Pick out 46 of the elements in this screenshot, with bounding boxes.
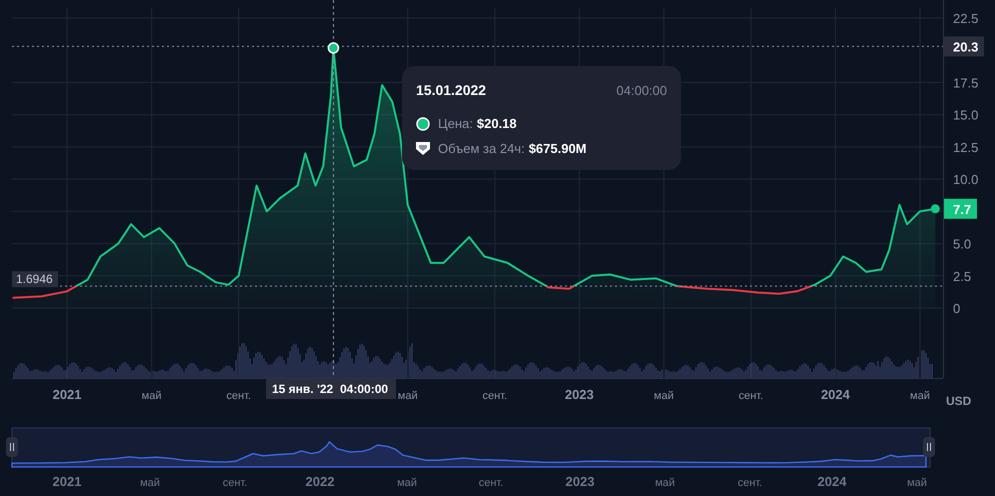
x-axis-label: май — [142, 390, 162, 402]
last-point-marker — [930, 204, 940, 214]
navigator-axis-label: 2022 — [306, 474, 334, 489]
navigator-axis-label: май — [655, 477, 675, 489]
x-axis-label: сент. — [226, 390, 251, 402]
y-axis-label: 22.5 — [953, 11, 978, 26]
navigator-axis-label: май — [140, 477, 160, 489]
price-dot-icon — [416, 116, 430, 130]
y-axis-label: 0 — [953, 301, 960, 316]
navigator-axis-label: 2021 — [52, 474, 82, 489]
navigator-axis-label: 2023 — [566, 474, 594, 489]
x-axis-label: май — [398, 390, 418, 402]
currency-label: USD — [946, 394, 972, 408]
range-handle[interactable] — [923, 437, 935, 457]
tooltip-label: Объем за 24ч: — [438, 140, 525, 158]
navigator-axis-label: 2024 — [818, 474, 846, 489]
x-axis-label: 2023 — [564, 387, 594, 402]
tooltip-value: $675.90M — [528, 140, 587, 158]
x-axis-label: сент. — [738, 390, 764, 402]
hover-point-marker — [328, 42, 340, 54]
x-axis-label: 2024 — [820, 387, 850, 402]
navigator-axis-label: сент. — [478, 477, 504, 489]
crosshair-date-tag: 15 янв. '22 04:00:00 — [266, 379, 396, 399]
x-axis-label: 2021 — [52, 387, 82, 402]
navigator-axis-label: май — [907, 477, 927, 489]
last-price-tag: 7.7 — [944, 198, 977, 219]
volume-shield-icon — [416, 142, 430, 155]
y-axis-label: 15.0 — [953, 108, 978, 123]
y-axis-label: 12.5 — [953, 140, 978, 155]
y-axis-label: 17.5 — [953, 75, 978, 90]
y-axis-label: 10.0 — [953, 172, 978, 188]
tooltip-value: $20.18 — [476, 114, 517, 133]
tooltip-time: 04:00:00 — [616, 82, 667, 100]
x-axis-label: май — [910, 390, 930, 402]
y-axis-label: 2.5 — [953, 268, 972, 284]
crosshair-price-tag: 20.3 — [944, 36, 984, 56]
tooltip-label: Цена: — [438, 114, 473, 133]
x-axis-label: сент. — [482, 390, 508, 402]
y-axis-label: 5.0 — [953, 236, 972, 252]
navigator-axis-label: сент. — [738, 477, 762, 489]
baseline-price-tag: 1.6946 — [12, 271, 58, 288]
tooltip-date: 15.01.2022 — [416, 81, 486, 100]
navigator-axis-label: сент. — [222, 477, 248, 489]
x-axis-label: май — [654, 390, 674, 402]
navigator-axis-label: май — [397, 477, 417, 489]
range-handle[interactable] — [6, 437, 18, 457]
